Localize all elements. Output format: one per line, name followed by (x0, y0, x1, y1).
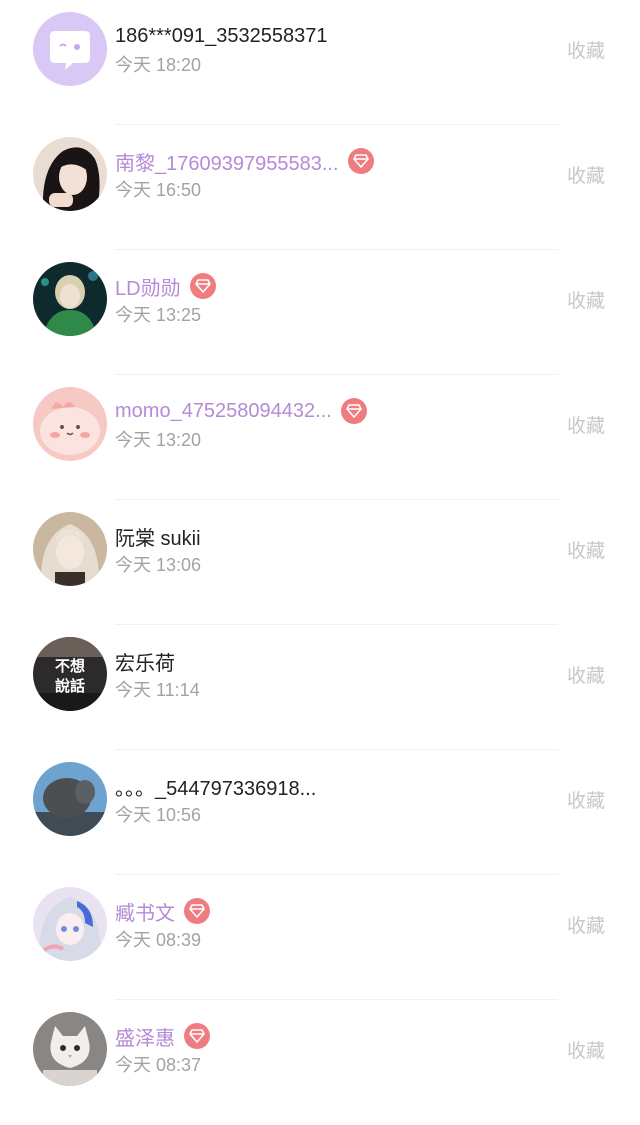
list-item[interactable]: 南黎_17609397955583... 今天 16:50 收藏 (0, 125, 640, 250)
list-item[interactable]: 186***091_3532558371 今天 18:20 收藏 (0, 0, 640, 125)
timestamp: 今天 13:06 (115, 555, 202, 575)
avatar[interactable] (33, 1012, 107, 1086)
cat-avatar-icon (33, 1012, 107, 1086)
timestamp: 今天 08:39 (115, 930, 202, 950)
avatar[interactable] (33, 262, 107, 336)
vip-diamond-icon (184, 1023, 210, 1049)
name-line: momo_475258094432... (115, 397, 367, 425)
timestamp: 今天 16:50 (115, 180, 202, 200)
default-chat-avatar-icon (33, 12, 107, 86)
timestamp: 今天 11:14 (115, 680, 200, 700)
name-line: LD勋勋 (115, 272, 216, 300)
avatar[interactable] (33, 762, 107, 836)
avatar[interactable] (33, 137, 107, 211)
timestamp: 今天 08:37 (115, 1055, 202, 1075)
avatar[interactable] (33, 12, 107, 86)
favorite-button[interactable]: 收藏 (567, 161, 605, 188)
name-line: 阮棠 sukii (115, 522, 201, 550)
name-line: 186***091_3532558371 (115, 22, 327, 50)
photo-avatar-icon (33, 137, 107, 211)
user-name: LD勋勋 (115, 277, 181, 300)
avatar[interactable] (33, 512, 107, 586)
name-line: 。。。_544797336918... (115, 772, 316, 800)
name-line: 宏乐荷 (115, 647, 175, 675)
user-name: 。。。_544797336918... (115, 777, 317, 800)
anime-avatar-icon (33, 887, 107, 961)
user-name: 盛泽惠 (115, 1027, 175, 1050)
avatar[interactable] (33, 887, 107, 961)
list-item[interactable]: 阮棠 sukii 今天 13:06 收藏 (0, 500, 640, 625)
favorite-button[interactable]: 收藏 (567, 911, 605, 938)
list-item[interactable]: 臧书文 今天 08:39 收藏 (0, 875, 640, 1000)
favorite-button[interactable]: 收藏 (567, 786, 605, 813)
user-list: 186***091_3532558371 今天 18:20 收藏 南黎_1760… (0, 0, 640, 1125)
favorite-button[interactable]: 收藏 (567, 536, 605, 563)
list-item[interactable]: 不想 說話 宏乐荷 今天 11:14 收藏 (0, 625, 640, 750)
photo-avatar-icon (33, 762, 107, 836)
timestamp: 今天 13:20 (115, 430, 202, 450)
favorite-button[interactable]: 收藏 (567, 286, 605, 313)
photo-avatar-icon (33, 262, 107, 336)
avatar-text-line: 不想 (55, 657, 85, 675)
timestamp: 今天 13:25 (115, 305, 202, 325)
list-item[interactable]: momo_475258094432... 今天 13:20 收藏 (0, 375, 640, 500)
user-name: 南黎_17609397955583... (115, 152, 339, 175)
name-line: 南黎_17609397955583... (115, 147, 374, 175)
name-line: 臧书文 (115, 897, 210, 925)
name-line: 盛泽惠 (115, 1022, 210, 1050)
favorite-button[interactable]: 收藏 (567, 36, 605, 63)
avatar[interactable] (33, 387, 107, 461)
photo-avatar-icon (33, 512, 107, 586)
list-item[interactable]: 。。。_544797336918... 今天 10:56 收藏 (0, 750, 640, 875)
user-name: momo_475258094432... (115, 399, 332, 422)
user-name: 阮棠 sukii (115, 527, 201, 550)
vip-diamond-icon (189, 273, 216, 299)
timestamp: 今天 18:20 (115, 55, 202, 75)
vip-diamond-icon (184, 898, 210, 924)
favorite-button[interactable]: 收藏 (567, 411, 605, 438)
avatar[interactable]: 不想 說話 (33, 637, 107, 711)
timestamp: 今天 10:56 (115, 805, 202, 825)
text-avatar-icon: 不想 說話 (33, 637, 107, 711)
favorite-button[interactable]: 收藏 (567, 1036, 605, 1063)
avatar-text-line: 說話 (55, 677, 85, 695)
vip-diamond-icon (347, 148, 374, 174)
cartoon-avatar-icon (33, 387, 107, 461)
user-name: 宏乐荷 (115, 652, 175, 675)
user-name: 臧书文 (115, 902, 175, 925)
favorite-button[interactable]: 收藏 (567, 661, 605, 688)
vip-diamond-icon (340, 398, 367, 424)
list-item[interactable]: LD勋勋 今天 13:25 收藏 (0, 250, 640, 375)
user-name: 186***091_3532558371 (115, 24, 328, 47)
list-item[interactable]: 盛泽惠 今天 08:37 收藏 (0, 1000, 640, 1125)
